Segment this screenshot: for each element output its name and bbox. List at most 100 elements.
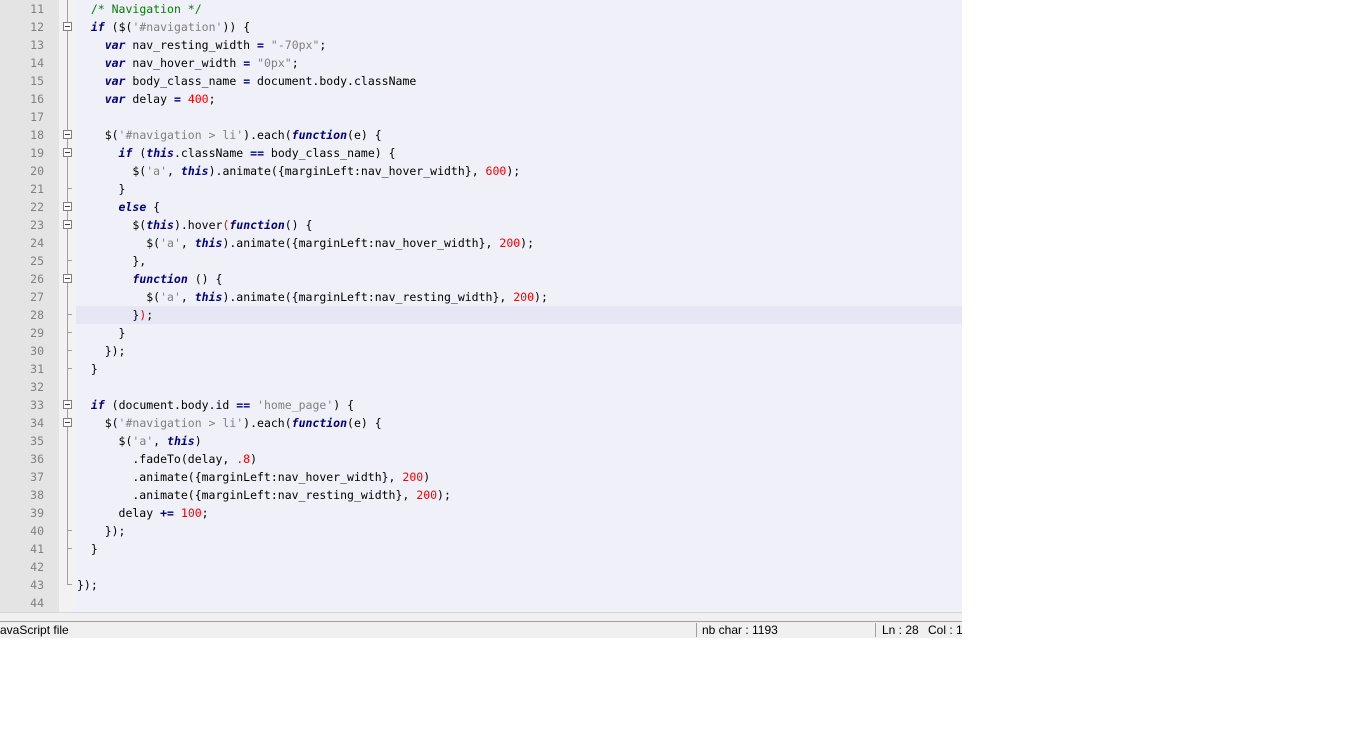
line-number: 19 (30, 146, 44, 160)
code-line[interactable]: 26 function () { (0, 270, 962, 288)
code-text: if (this.className == body_class_name) { (77, 144, 396, 162)
code-line[interactable]: 27 $('a', this).animate({marginLeft:nav_… (0, 288, 962, 306)
code-token: $( (77, 434, 133, 448)
code-line[interactable]: 42 (0, 558, 962, 576)
fold-marker (59, 594, 76, 612)
fold-end-tick (67, 584, 72, 585)
code-line[interactable]: 36 .fadeTo(delay, .8) (0, 450, 962, 468)
collapse-minus-icon[interactable] (63, 220, 72, 229)
line-number: 31 (30, 362, 44, 376)
fold-marker (59, 90, 76, 108)
line-number: 43 (30, 578, 44, 592)
line-number: 15 (30, 74, 44, 88)
code-line[interactable]: 15 var body_class_name = document.body.c… (0, 72, 962, 90)
code-line[interactable]: 21 } (0, 180, 962, 198)
code-token: 'a' (160, 236, 181, 250)
code-line[interactable]: 17 (0, 108, 962, 126)
fold-marker[interactable] (59, 396, 76, 414)
code-line[interactable]: 16 var delay = 400; (0, 90, 962, 108)
code-token: } (77, 182, 126, 196)
fold-marker[interactable] (59, 126, 76, 144)
code-line[interactable]: 44 (0, 594, 962, 612)
code-token: ).each( (243, 416, 292, 430)
line-number: 14 (30, 56, 44, 70)
collapse-minus-icon[interactable] (63, 22, 72, 31)
code-token: ; (208, 92, 216, 106)
code-text: .fadeTo(delay, .8) (77, 450, 257, 468)
code-token: if (118, 146, 133, 160)
code-text: $('#navigation > li').each(function(e) { (77, 126, 382, 144)
code-token: $( (77, 164, 147, 178)
code-line[interactable]: 24 $('a', this).animate({marginLeft:nav_… (0, 234, 962, 252)
collapse-minus-icon[interactable] (63, 130, 72, 139)
collapse-minus-icon[interactable] (63, 148, 72, 157)
code-line-background (76, 558, 962, 576)
fold-marker (59, 342, 76, 360)
code-line[interactable]: 20 $('a', this).animate({marginLeft:nav_… (0, 162, 962, 180)
code-line[interactable]: 29 } (0, 324, 962, 342)
fold-marker[interactable] (59, 198, 76, 216)
code-line[interactable]: 39 delay += 100; (0, 504, 962, 522)
code-line[interactable]: 32 (0, 378, 962, 396)
code-line[interactable]: 13 var nav_resting_width = "-70px"; (0, 36, 962, 54)
code-line-background (76, 540, 962, 558)
code-line[interactable]: 22 else { (0, 198, 962, 216)
status-divider (875, 623, 876, 637)
code-editor[interactable]: 11 /* Navigation */12 if ($('#navigation… (0, 0, 962, 612)
fold-end-tick (67, 260, 72, 261)
code-text: }); (77, 522, 126, 540)
code-line[interactable]: 41 } (0, 540, 962, 558)
horizontal-scrollbar[interactable] (0, 612, 962, 621)
code-line[interactable]: 25 }, (0, 252, 962, 270)
fold-marker (59, 0, 76, 18)
code-line[interactable]: 30 }); (0, 342, 962, 360)
code-line[interactable]: 33 if (document.body.id == 'home_page') … (0, 396, 962, 414)
code-line[interactable]: 28 }); (0, 306, 962, 324)
code-line-background (76, 342, 962, 360)
code-line[interactable]: 34 $('#navigation > li').each(function(e… (0, 414, 962, 432)
fold-line (67, 378, 68, 396)
line-number: 27 (30, 290, 44, 304)
code-line-background (76, 252, 962, 270)
code-line[interactable]: 12 if ($('#navigation')) { (0, 18, 962, 36)
fold-marker[interactable] (59, 216, 76, 234)
code-token: ) { (333, 398, 355, 412)
code-token: var (104, 56, 126, 70)
code-line[interactable]: 18 $('#navigation > li').each(function(e… (0, 126, 962, 144)
code-line[interactable]: 38 .animate({marginLeft:nav_resting_widt… (0, 486, 962, 504)
fold-marker (59, 306, 76, 324)
line-position-label: Ln : 28 (882, 623, 919, 637)
code-text: /* Navigation */ (77, 0, 202, 18)
code-line[interactable]: 23 $(this).hover(function() { (0, 216, 962, 234)
line-number: 18 (30, 128, 44, 142)
line-number: 26 (30, 272, 44, 286)
collapse-minus-icon[interactable] (63, 202, 72, 211)
code-token: () { (187, 272, 223, 286)
code-token: "-70px" (270, 38, 320, 52)
code-text: var nav_hover_width = "0px"; (77, 54, 299, 72)
collapse-minus-icon[interactable] (63, 418, 72, 427)
code-token: ); (520, 236, 535, 250)
code-line[interactable]: 31 } (0, 360, 962, 378)
code-line[interactable]: 37 .animate({marginLeft:nav_hover_width}… (0, 468, 962, 486)
fold-marker (59, 522, 76, 540)
code-line[interactable]: 40 }); (0, 522, 962, 540)
fold-line (67, 432, 68, 450)
code-line[interactable]: 43}); (0, 576, 962, 594)
fold-marker[interactable] (59, 270, 76, 288)
code-line[interactable]: 11 /* Navigation */ (0, 0, 962, 18)
code-line[interactable]: 35 $('a', this) (0, 432, 962, 450)
collapse-minus-icon[interactable] (63, 274, 72, 283)
code-token: , (180, 236, 195, 250)
fold-marker[interactable] (59, 144, 76, 162)
code-token: ).hover (173, 218, 223, 232)
code-line[interactable]: 19 if (this.className == body_class_name… (0, 144, 962, 162)
fold-line (67, 504, 68, 522)
collapse-minus-icon[interactable] (63, 400, 72, 409)
fold-marker[interactable] (59, 18, 76, 36)
code-line[interactable]: 14 var nav_hover_width = "0px"; (0, 54, 962, 72)
line-number: 38 (30, 488, 44, 502)
fold-marker[interactable] (59, 414, 76, 432)
code-token: function (229, 218, 285, 232)
fold-end-tick (67, 188, 72, 189)
